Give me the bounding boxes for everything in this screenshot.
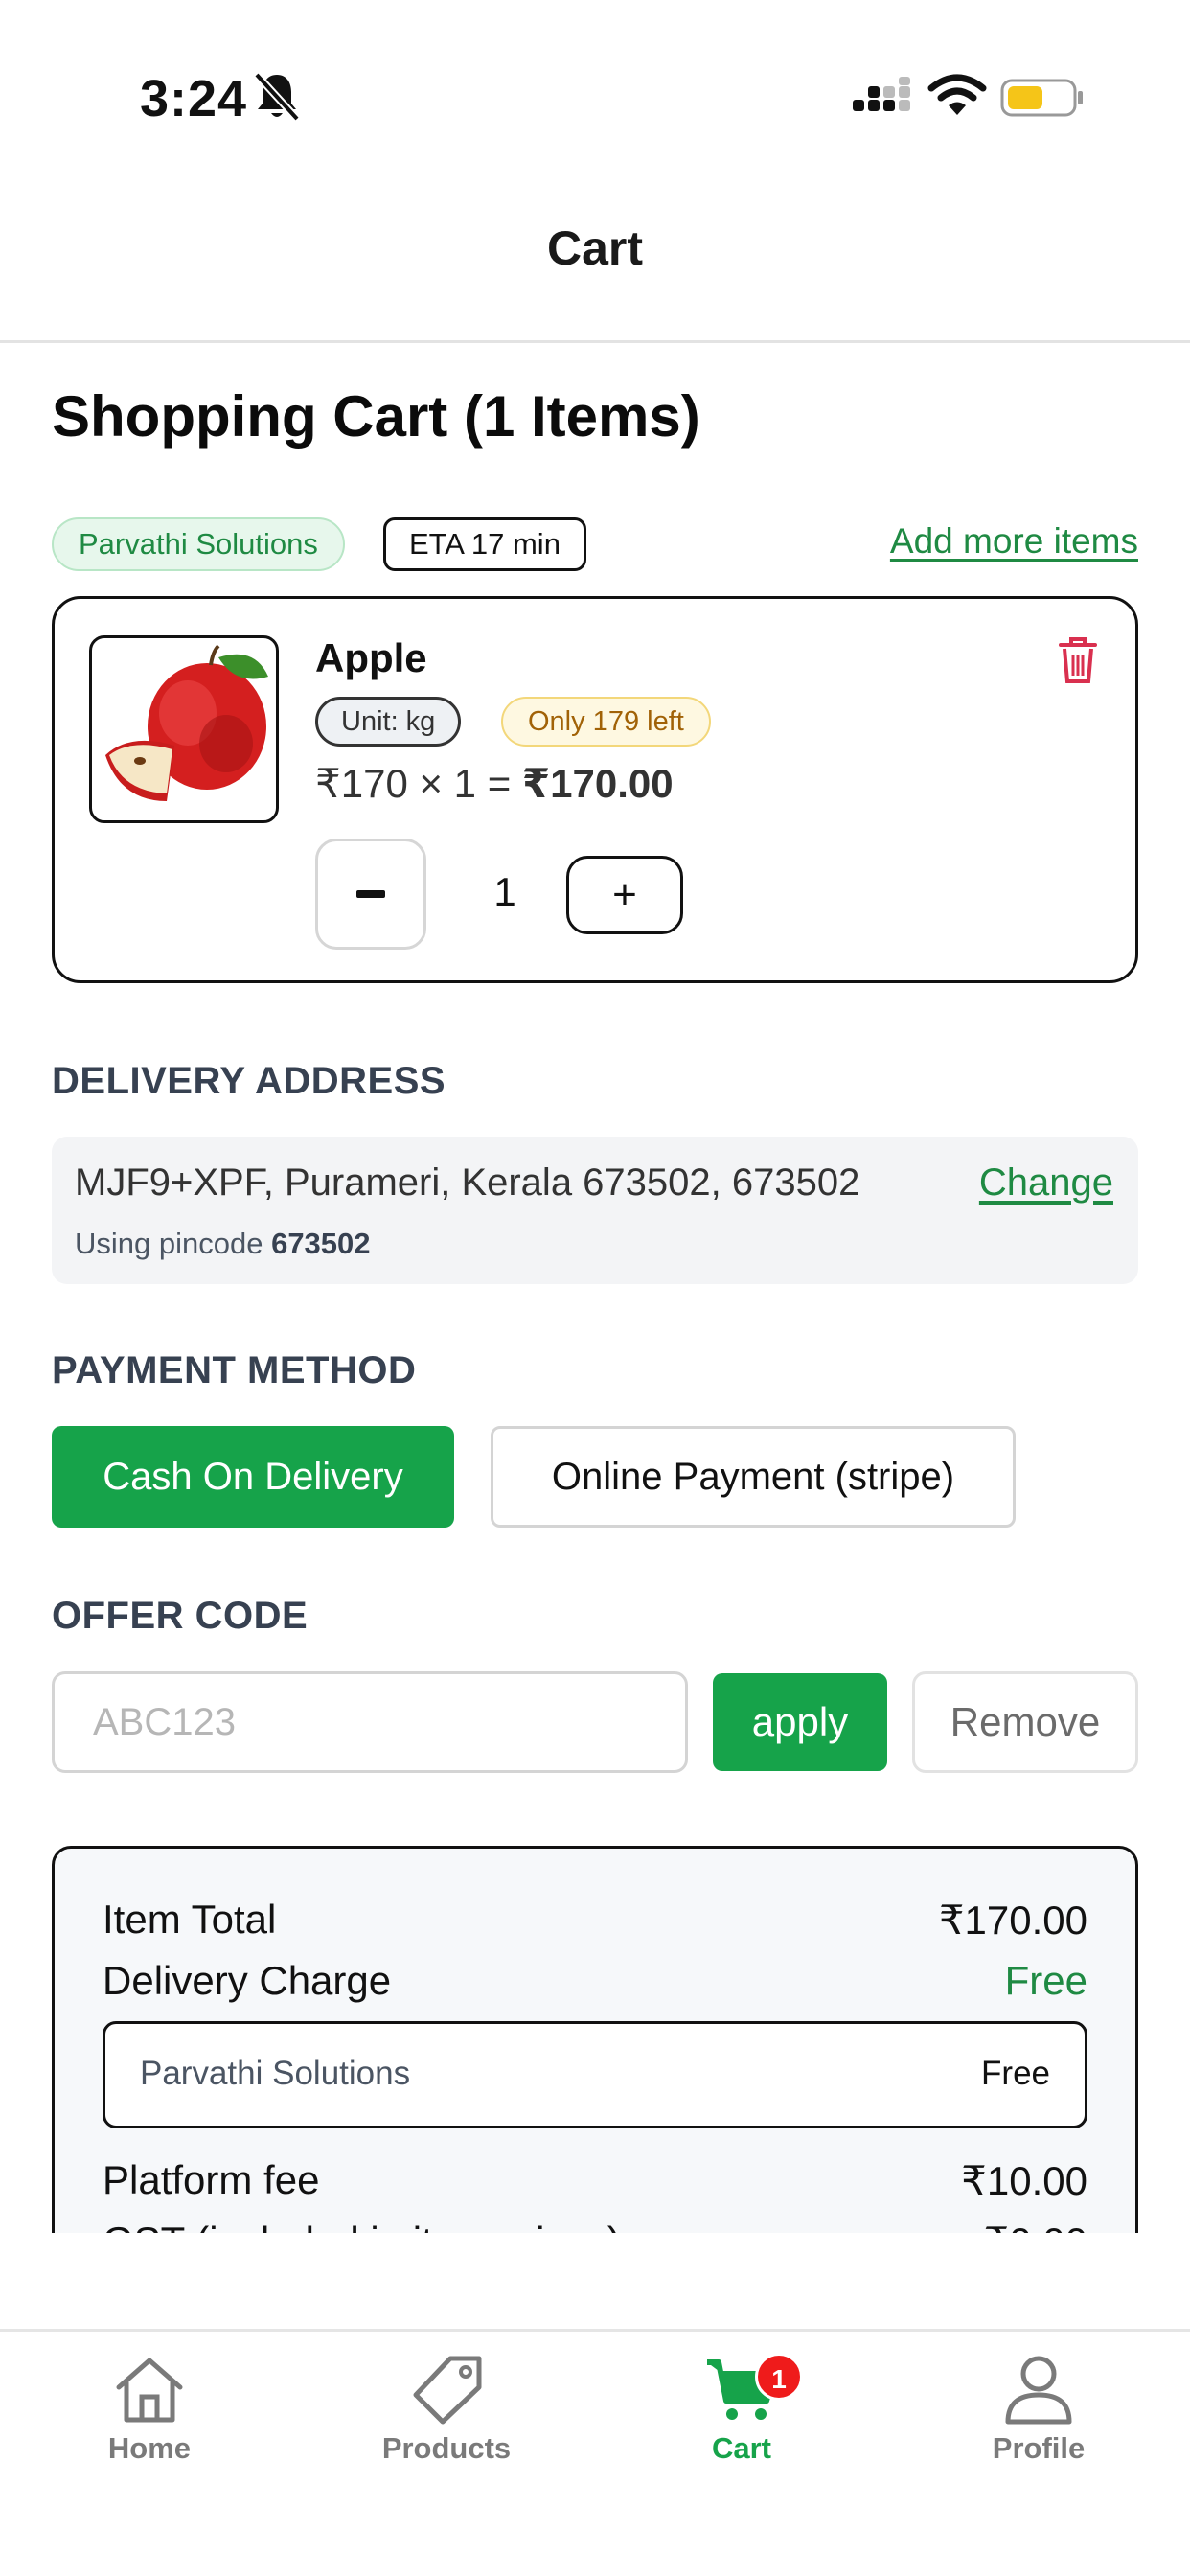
delivery-charge-row: Delivery Charge Free bbox=[103, 1958, 1087, 2006]
price-expression: ₹170 × 1 = bbox=[315, 761, 522, 806]
status-time: 3:24 bbox=[140, 70, 248, 127]
delivery-address-heading: DELIVERY ADDRESS bbox=[52, 1060, 446, 1102]
cash-on-delivery-button[interactable]: Cash On Delivery bbox=[52, 1426, 454, 1528]
gst-value: ₹0.00 bbox=[984, 2219, 1087, 2233]
delivery-charge-label: Delivery Charge bbox=[103, 1958, 392, 2003]
remove-button[interactable]: Remove bbox=[912, 1671, 1138, 1773]
tag-icon bbox=[413, 2356, 482, 2425]
nav-products[interactable]: Products bbox=[332, 2353, 561, 2466]
user-icon bbox=[1005, 2356, 1072, 2425]
item-total-row: Item Total ₹170.00 bbox=[103, 1897, 1087, 1944]
stock-badge: Only 179 left bbox=[501, 697, 711, 747]
platform-fee-value: ₹10.00 bbox=[961, 2158, 1087, 2203]
price-line: ₹170 × 1 = ₹170.00 bbox=[315, 760, 674, 807]
minus-icon bbox=[356, 890, 385, 898]
status-bar: 3:24 bbox=[0, 0, 1190, 163]
delivery-charge-value: Free bbox=[1004, 1958, 1087, 2003]
change-address-link[interactable]: Change bbox=[979, 1162, 1113, 1205]
app-header: Cart bbox=[0, 192, 1190, 343]
decrease-quantity-button[interactable] bbox=[315, 839, 426, 950]
cart-content[interactable]: Shopping Cart (1 Items) Parvathi Solutio… bbox=[0, 345, 1190, 2233]
order-summary-card: Item Total ₹170.00 Delivery Charge Free … bbox=[52, 1846, 1138, 2233]
bottom-navigation: Home Products 1 Cart Profile bbox=[0, 2329, 1190, 2576]
store-delivery-name: Parvathi Solutions bbox=[140, 2055, 411, 2092]
address-box: MJF9+XPF, Purameri, Kerala 673502, 67350… bbox=[52, 1137, 1138, 1284]
pincode-prefix: Using pincode bbox=[75, 1227, 272, 1260]
page-title: Shopping Cart (1 Items) bbox=[52, 384, 700, 448]
nav-home-label: Home bbox=[107, 2431, 192, 2465]
gst-row: GST (included in item prices) ₹0.00 bbox=[103, 2219, 1087, 2233]
platform-fee-row: Platform fee ₹10.00 bbox=[103, 2157, 1087, 2205]
increase-quantity-button[interactable]: + bbox=[566, 856, 683, 934]
item-total-value: ₹170.00 bbox=[938, 1898, 1087, 1943]
nav-profile[interactable]: Profile bbox=[924, 2353, 1154, 2466]
nav-cart[interactable]: 1 Cart bbox=[627, 2353, 857, 2466]
offer-code-heading: OFFER CODE bbox=[52, 1595, 309, 1637]
nav-home[interactable]: Home bbox=[34, 2353, 264, 2466]
add-more-items-link[interactable]: Add more items bbox=[890, 521, 1138, 562]
price-total: ₹170.00 bbox=[521, 761, 674, 806]
quantity-value: 1 bbox=[493, 869, 516, 914]
store-delivery-value: Free bbox=[981, 2055, 1050, 2092]
store-tag: Parvathi Solutions bbox=[52, 518, 345, 571]
eta-badge: ETA 17 min bbox=[383, 518, 586, 571]
trash-icon[interactable] bbox=[1057, 635, 1099, 685]
cart-count-badge: 1 bbox=[755, 2353, 803, 2401]
nav-profile-label: Profile bbox=[992, 2431, 1086, 2465]
address-text: MJF9+XPF, Purameri, Kerala 673502, 67350… bbox=[75, 1162, 860, 1204]
platform-fee-label: Platform fee bbox=[103, 2157, 320, 2202]
item-total-label: Item Total bbox=[103, 1897, 277, 1942]
apply-button[interactable]: apply bbox=[713, 1673, 887, 1771]
pincode-value: 673502 bbox=[271, 1227, 371, 1260]
battery-icon bbox=[1000, 79, 1083, 117]
offer-code-input[interactable] bbox=[52, 1671, 688, 1773]
home-icon bbox=[116, 2358, 183, 2423]
cellular-signal-icon bbox=[853, 77, 910, 111]
nav-products-label: Products bbox=[381, 2431, 512, 2465]
product-name: Apple bbox=[315, 635, 427, 680]
unit-badge: Unit: kg bbox=[315, 697, 462, 747]
product-image bbox=[89, 635, 279, 823]
wifi-icon bbox=[927, 74, 987, 115]
store-delivery-row: Parvathi Solutions Free bbox=[103, 2021, 1087, 2128]
header-title: Cart bbox=[546, 221, 644, 275]
bell-slash-icon bbox=[254, 72, 300, 122]
payment-method-heading: PAYMENT METHOD bbox=[52, 1349, 417, 1392]
nav-cart-label: Cart bbox=[711, 2431, 771, 2465]
pincode-line: Using pincode 673502 bbox=[75, 1227, 371, 1261]
cart-item-card: Apple Unit: kg Only 179 left ₹170 × 1 = … bbox=[52, 596, 1138, 983]
online-payment-button[interactable]: Online Payment (stripe) bbox=[491, 1426, 1016, 1528]
gst-label: GST (included in item prices) bbox=[103, 2219, 621, 2233]
store-info-row: Parvathi Solutions ETA 17 min Add more i… bbox=[52, 518, 1138, 575]
